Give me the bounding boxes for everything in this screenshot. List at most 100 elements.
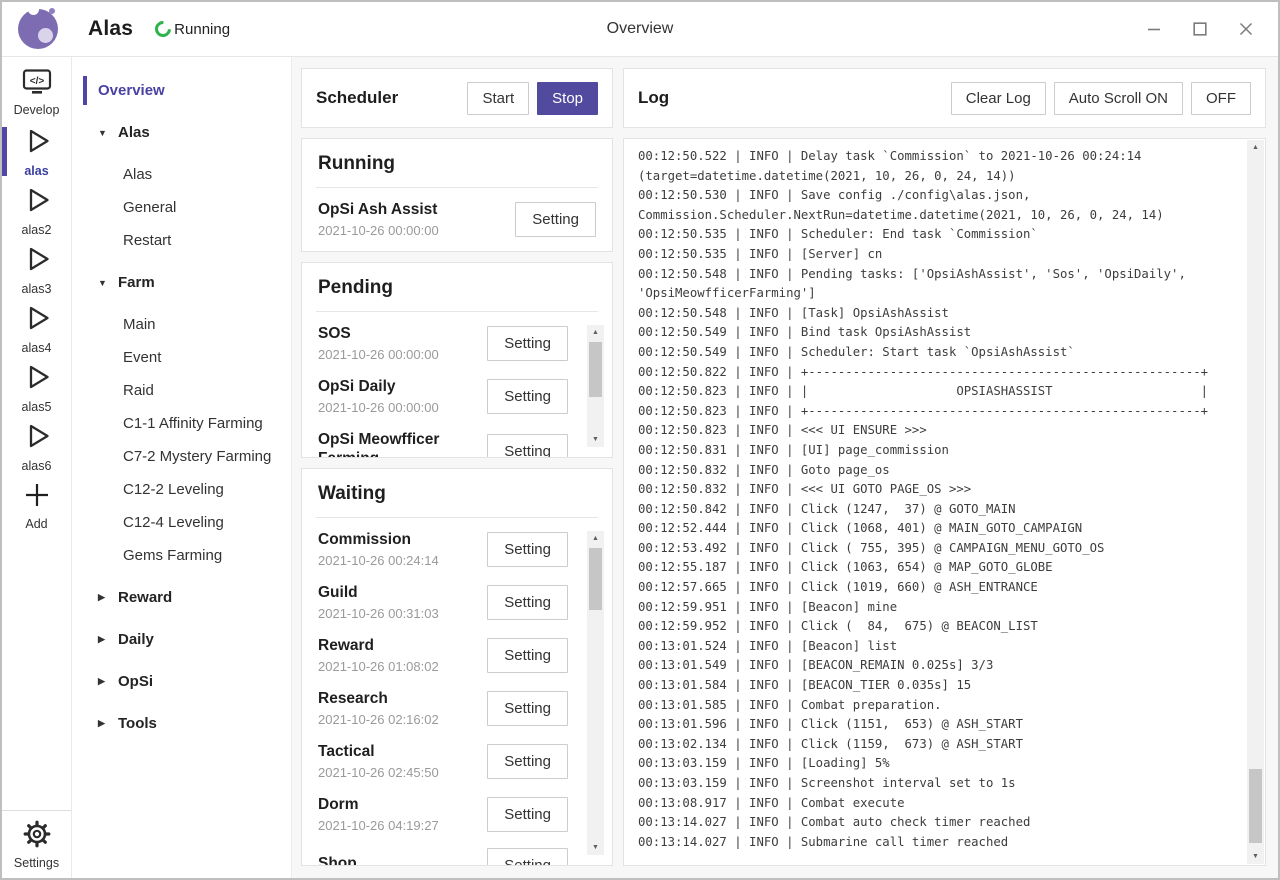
task-info: OpSi Ash Assist 2021-10-26 00:00:00 bbox=[318, 200, 439, 238]
minimize-icon[interactable] bbox=[1146, 21, 1162, 37]
nav-item-general[interactable]: General bbox=[123, 192, 291, 223]
scroll-down-icon[interactable]: ▼ bbox=[1247, 849, 1264, 864]
start-button[interactable]: Start bbox=[467, 82, 529, 115]
scroll-up-icon[interactable]: ▲ bbox=[587, 325, 604, 340]
nav-item-c7-2-mystery-farming[interactable]: C7-2 Mystery Farming bbox=[123, 441, 291, 472]
nav-item-gems-farming[interactable]: Gems Farming bbox=[123, 540, 291, 571]
sidebar-item-alas3[interactable]: alas3 bbox=[2, 240, 71, 299]
nav-item-restart[interactable]: Restart bbox=[123, 225, 291, 256]
play-icon bbox=[21, 125, 53, 162]
task-setting-button[interactable]: Setting bbox=[487, 532, 568, 567]
nav-group-tools[interactable]: ▶ Tools bbox=[98, 708, 291, 739]
nav-group-label: Tools bbox=[118, 715, 157, 732]
task-info: Commission 2021-10-26 00:24:14 bbox=[318, 530, 439, 568]
task-name: OpSi Meowfficer Farming bbox=[318, 430, 487, 458]
nav-item-alas[interactable]: Alas bbox=[123, 159, 291, 190]
task-setting-button[interactable]: Setting bbox=[487, 797, 568, 832]
task-row: Research 2021-10-26 02:16:02 Setting bbox=[316, 681, 570, 734]
play-icon bbox=[21, 184, 53, 221]
sidebar-item-alas[interactable]: alas bbox=[2, 122, 71, 181]
nav-group-daily[interactable]: ▶ Daily bbox=[98, 624, 291, 655]
sidebar-item-develop[interactable]: </> Develop bbox=[2, 63, 71, 122]
task-row: Dorm 2021-10-26 04:19:27 Setting bbox=[316, 787, 570, 840]
task-setting-button[interactable]: Setting bbox=[487, 585, 568, 620]
running-card: Running OpSi Ash Assist 2021-10-26 00:00… bbox=[301, 138, 613, 252]
auto-scroll-off-button[interactable]: OFF bbox=[1191, 82, 1251, 115]
task-setting-button[interactable]: Setting bbox=[487, 434, 568, 459]
task-name: OpSi Ash Assist bbox=[318, 200, 439, 219]
scrollbar-thumb[interactable] bbox=[589, 548, 602, 610]
waiting-scrollbar[interactable]: ▲ ▼ bbox=[587, 531, 604, 855]
scheduler-card: Scheduler Start Stop bbox=[301, 68, 613, 128]
nav-item-raid[interactable]: Raid bbox=[123, 375, 291, 406]
sidebar-item-settings[interactable]: Settings bbox=[2, 810, 71, 878]
nav-item-c12-4-leveling[interactable]: C12-4 Leveling bbox=[123, 507, 291, 538]
nav-group-label: OpSi bbox=[118, 673, 153, 690]
svg-text:</>: </> bbox=[29, 76, 44, 87]
stop-button[interactable]: Stop bbox=[537, 82, 598, 115]
caret-icon: ▶ bbox=[98, 676, 108, 687]
task-setting-button[interactable]: Setting bbox=[487, 379, 568, 414]
play-icon bbox=[21, 420, 53, 457]
log-output[interactable]: 00:12:50.522 | INFO | Delay task `Commis… bbox=[638, 147, 1239, 852]
nav-group-alas[interactable]: ▼ Alas bbox=[98, 117, 291, 148]
play-icon bbox=[21, 302, 53, 339]
task-info: OpSi Daily 2021-10-26 00:00:00 bbox=[318, 377, 439, 415]
scroll-up-icon[interactable]: ▲ bbox=[1247, 140, 1264, 155]
clear-log-button[interactable]: Clear Log bbox=[951, 82, 1046, 115]
task-next-run-time: 2021-10-26 00:00:00 bbox=[318, 223, 439, 238]
task-setting-button[interactable]: Setting bbox=[487, 326, 568, 361]
nav-item-event[interactable]: Event bbox=[123, 342, 291, 373]
sidebar-item-alas4[interactable]: alas4 bbox=[2, 299, 71, 358]
task-next-run-time: 2021-10-26 00:24:14 bbox=[318, 553, 439, 568]
auto-scroll-on-button[interactable]: Auto Scroll ON bbox=[1054, 82, 1183, 115]
sidebar-item-alas2[interactable]: alas2 bbox=[2, 181, 71, 240]
task-row: OpSi Meowfficer Farming Setting bbox=[316, 422, 570, 458]
nav-group-reward[interactable]: ▶ Reward bbox=[98, 582, 291, 613]
task-setting-button[interactable]: Setting bbox=[515, 202, 596, 237]
scrollbar-thumb[interactable] bbox=[589, 342, 602, 397]
task-setting-button[interactable]: Setting bbox=[487, 848, 568, 866]
nav-item-c12-2-leveling[interactable]: C12-2 Leveling bbox=[123, 474, 291, 505]
nav-item-c1-1-affinity-farming[interactable]: C1-1 Affinity Farming bbox=[123, 408, 291, 439]
caret-icon: ▶ bbox=[98, 718, 108, 729]
pending-scrollbar[interactable]: ▲ ▼ bbox=[587, 325, 604, 447]
window-controls bbox=[1146, 21, 1262, 37]
caret-icon: ▶ bbox=[98, 592, 108, 603]
scroll-up-icon[interactable]: ▲ bbox=[587, 531, 604, 546]
log-column: Log Clear Log Auto Scroll ON OFF 00:12:5… bbox=[623, 68, 1266, 866]
nav-group-farm[interactable]: ▼ Farm bbox=[98, 267, 291, 298]
task-setting-button[interactable]: Setting bbox=[487, 744, 568, 779]
log-scrollbar[interactable]: ▲ ▼ bbox=[1247, 140, 1264, 864]
nav-item-main[interactable]: Main bbox=[123, 309, 291, 340]
task-next-run-time: 2021-10-26 00:00:00 bbox=[318, 347, 439, 362]
task-info: Shop bbox=[318, 854, 357, 866]
pending-title: Pending bbox=[316, 275, 598, 312]
close-icon[interactable] bbox=[1238, 21, 1254, 37]
task-setting-button[interactable]: Setting bbox=[487, 638, 568, 673]
sidebar-item-alas5[interactable]: alas5 bbox=[2, 358, 71, 417]
log-header-card: Log Clear Log Auto Scroll ON OFF bbox=[623, 68, 1266, 128]
task-name: Reward bbox=[318, 636, 439, 655]
main-area: </> Develop alas alas2 alas3 bbox=[2, 57, 1278, 878]
sidebar-item-add[interactable]: Add bbox=[2, 476, 71, 535]
running-title: Running bbox=[316, 151, 598, 188]
waiting-card: Waiting Commission 2021-10-26 00:24:14 S… bbox=[301, 468, 613, 866]
task-row: Reward 2021-10-26 01:08:02 Setting bbox=[316, 628, 570, 681]
pending-task-list: SOS 2021-10-26 00:00:00 Setting OpSi Dai… bbox=[316, 312, 598, 458]
app-window: Alas Running Overview </> Devel bbox=[0, 0, 1280, 880]
task-info: Guild 2021-10-26 00:31:03 bbox=[318, 583, 439, 621]
nav-item-overview[interactable]: Overview bbox=[98, 75, 291, 106]
scroll-down-icon[interactable]: ▼ bbox=[587, 432, 604, 447]
maximize-icon[interactable] bbox=[1192, 21, 1208, 37]
sidebar-item-label: alas5 bbox=[22, 400, 52, 414]
sidebar-item-alas6[interactable]: alas6 bbox=[2, 417, 71, 476]
scrollbar-thumb[interactable] bbox=[1249, 769, 1262, 843]
scheduler-title: Scheduler bbox=[316, 88, 398, 108]
page-title: Overview bbox=[607, 20, 674, 38]
task-row: OpSi Daily 2021-10-26 00:00:00 Setting bbox=[316, 369, 570, 422]
nav-group-opsi[interactable]: ▶ OpSi bbox=[98, 666, 291, 697]
running-task-list: OpSi Ash Assist 2021-10-26 00:00:00 Sett… bbox=[316, 188, 598, 245]
task-setting-button[interactable]: Setting bbox=[487, 691, 568, 726]
scroll-down-icon[interactable]: ▼ bbox=[587, 840, 604, 855]
